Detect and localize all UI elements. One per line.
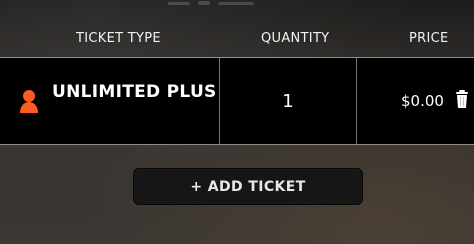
- trash-icon[interactable]: [455, 89, 469, 109]
- ticket-type-cell: UNLIMITED PLUS: [0, 58, 218, 144]
- column-header-ticket-type: TICKET TYPE: [76, 31, 161, 46]
- quantity-value: 1: [282, 91, 294, 112]
- price-value: $0.00: [401, 92, 444, 110]
- ticket-table-header: TICKET TYPE QUANTITY PRICE: [0, 28, 474, 50]
- price-cell: $0.00: [356, 58, 474, 144]
- add-ticket-label: + ADD TICKET: [190, 178, 306, 195]
- user-icon: [20, 90, 38, 113]
- ticket-type-name: UNLIMITED PLUS: [52, 82, 217, 102]
- column-header-quantity: QUANTITY: [261, 31, 330, 46]
- add-ticket-button[interactable]: + ADD TICKET: [133, 168, 363, 205]
- top-decoration: [168, 1, 254, 5]
- column-header-price: PRICE: [409, 31, 449, 46]
- ticket-row: UNLIMITED PLUS 1 $0.00: [0, 57, 474, 145]
- quantity-cell: 1: [219, 58, 356, 144]
